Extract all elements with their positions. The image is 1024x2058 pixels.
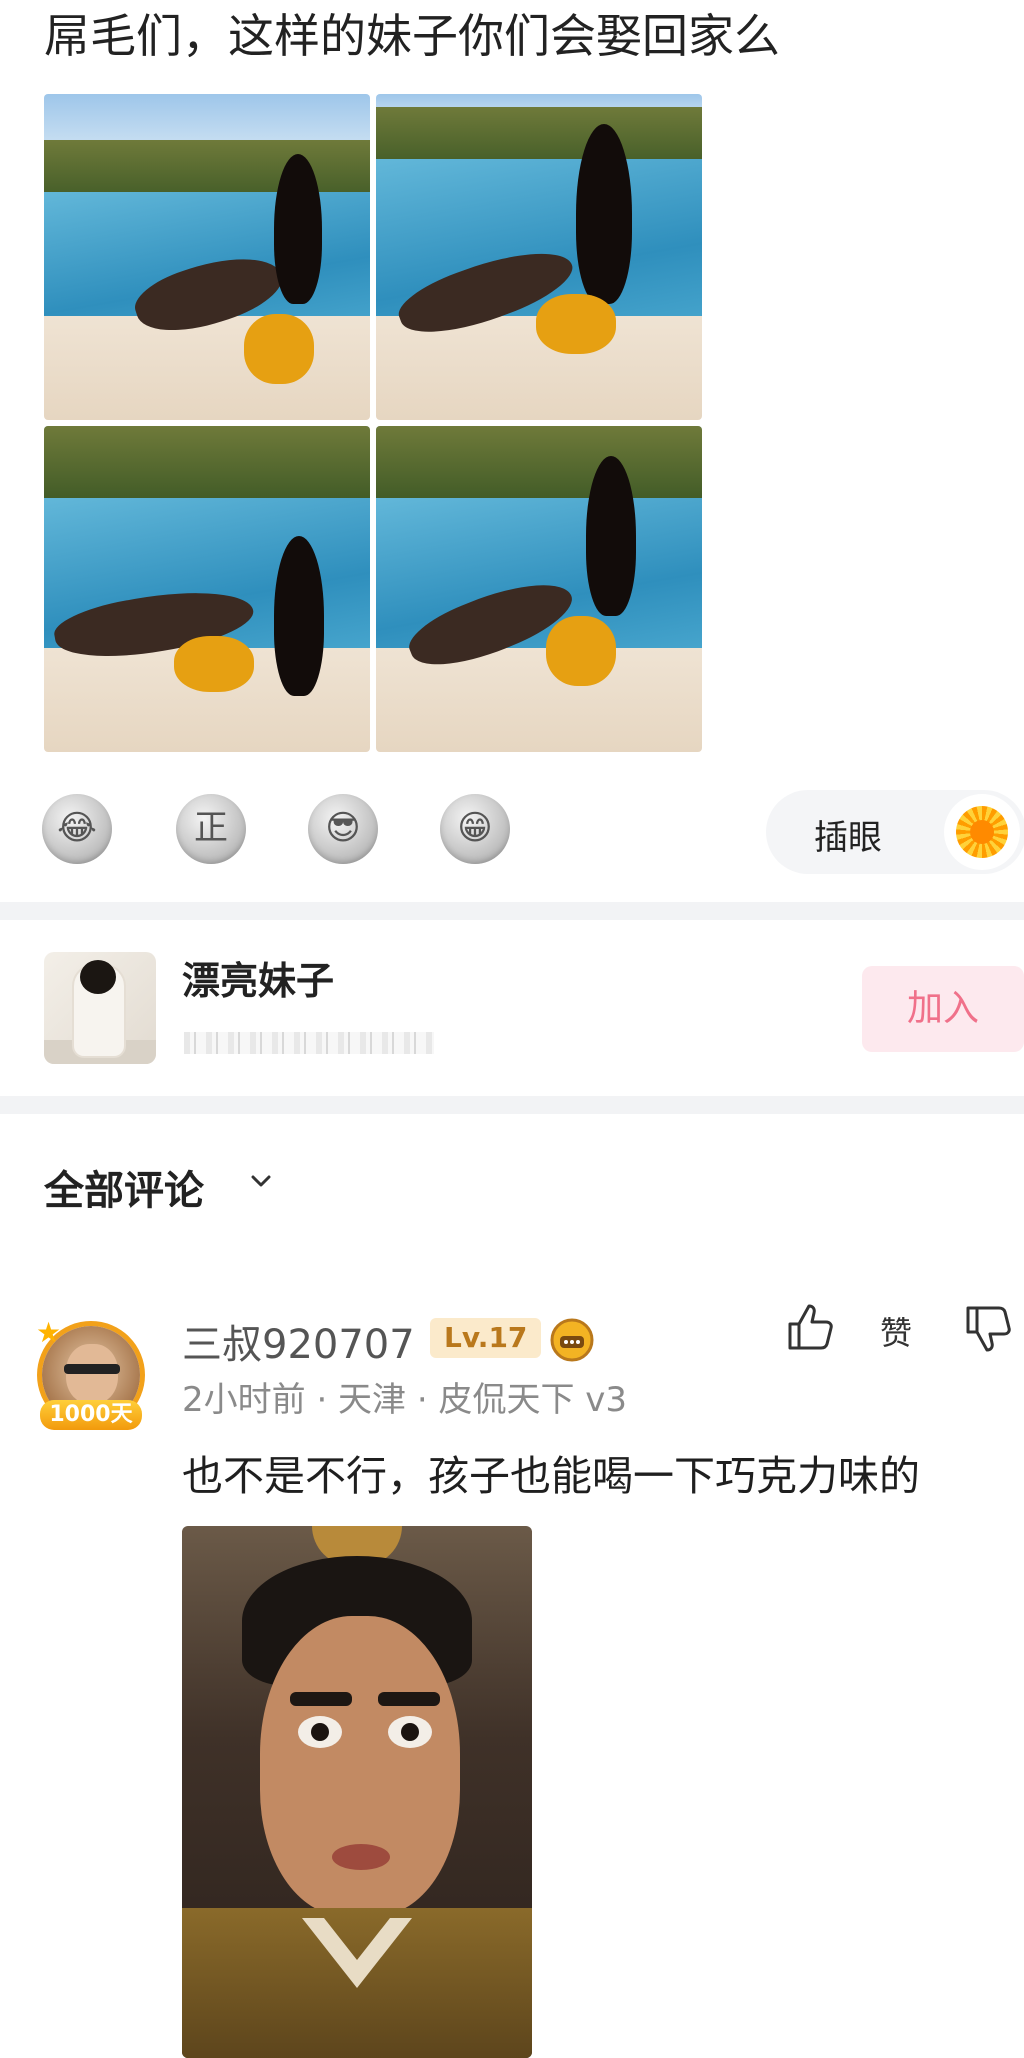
group-name[interactable]: 漂亮妹子: [182, 950, 334, 1005]
group-subtitle-blurred: [184, 1032, 434, 1054]
post-photo-2[interactable]: [376, 94, 702, 420]
thumbs-up-icon[interactable]: [784, 1300, 838, 1354]
post-image-grid: [44, 94, 702, 752]
reaction-bar: 😂 正 😎 😁 插眼: [40, 790, 1024, 874]
section-divider: [0, 1096, 1024, 1114]
post-photo-3[interactable]: [44, 426, 370, 752]
thumbs-down-icon[interactable]: [962, 1300, 1018, 1356]
streak-badge: 1000天: [40, 1400, 142, 1430]
comment-text: 也不是不行，孩子也能喝一下巧克力味的: [182, 1452, 920, 1500]
sunglasses-emoji-icon[interactable]: 😎: [308, 794, 378, 864]
post-photo-4[interactable]: [376, 426, 702, 752]
laughing-cry-emoji-icon[interactable]: 😂: [42, 794, 112, 864]
commenter-username[interactable]: 三叔920707: [182, 1312, 415, 1370]
section-divider: [0, 902, 1024, 920]
comment-meta: 2小时前 · 天津 · 皮侃天下 v3: [182, 1380, 628, 1420]
commenter-avatar[interactable]: ★ 1000天: [36, 1316, 146, 1430]
join-button[interactable]: 加入: [862, 966, 1024, 1052]
chevron-down-icon[interactable]: [250, 1170, 272, 1192]
like-label[interactable]: 赞: [880, 1308, 912, 1354]
level-badge: Lv.17: [430, 1318, 542, 1358]
grin-emoji-icon[interactable]: 😁: [440, 794, 510, 864]
sunflower-icon: [944, 794, 1020, 870]
comment-image[interactable]: [182, 1526, 532, 2058]
zheng-emoji-icon[interactable]: 正: [176, 794, 246, 864]
post-title: 屌毛们，这样的妹子你们会娶回家么: [44, 9, 780, 63]
comments-header[interactable]: 全部评论: [44, 1158, 204, 1216]
crown-icon: ★: [36, 1316, 62, 1349]
medal-icon: [550, 1318, 594, 1362]
poke-label: 插眼: [814, 818, 882, 858]
post-photo-1[interactable]: [44, 94, 370, 420]
poke-button[interactable]: 插眼: [766, 790, 1024, 874]
group-avatar[interactable]: [44, 952, 156, 1064]
